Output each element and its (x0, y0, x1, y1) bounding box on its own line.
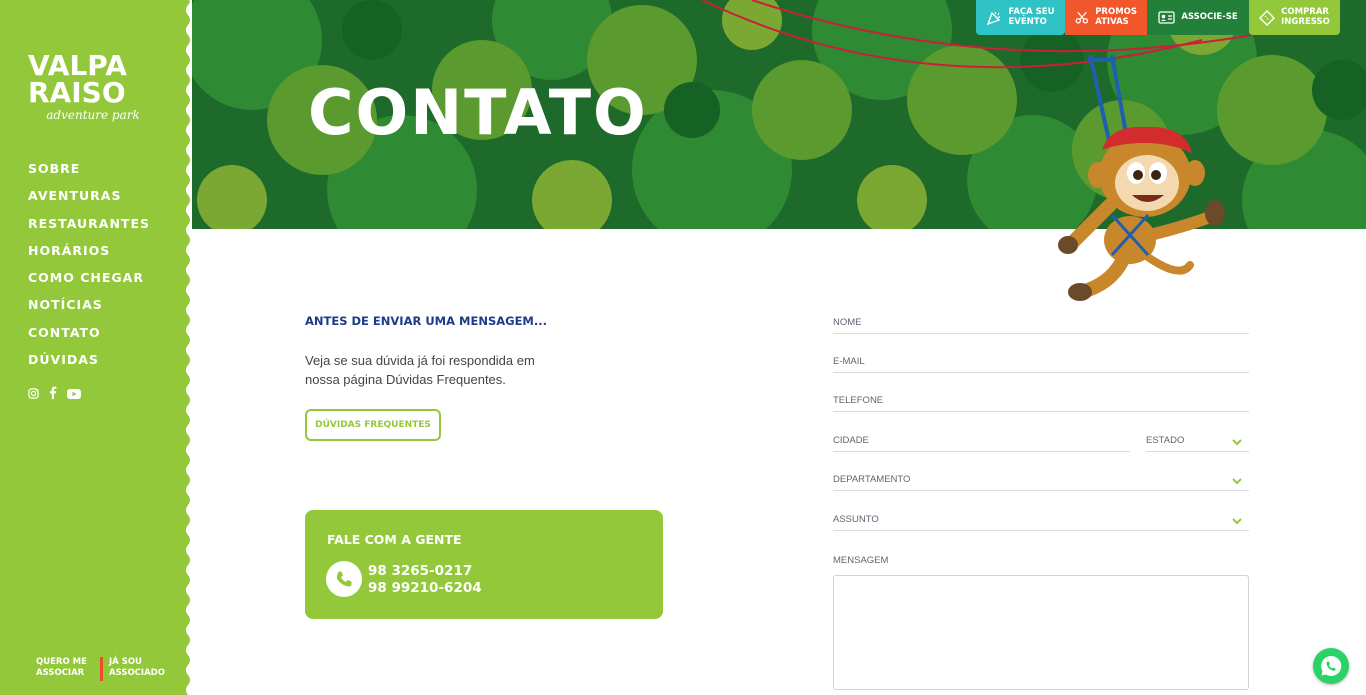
faca-seu-evento-label: FAÇA SEU EVENTO (1008, 7, 1055, 27)
estado-label: ESTADO (1146, 435, 1185, 446)
scissors-icon (1075, 11, 1089, 24)
estado-select[interactable]: ESTADO (1146, 434, 1249, 452)
top-action-bar: FAÇA SEU EVENTO PROMOS ATIVAS ASSOCIE-SE… (976, 0, 1340, 35)
nav-item-aventuras[interactable]: AVENTURAS (28, 188, 121, 204)
logo-line-1: VALPA (28, 49, 127, 82)
departamento-select[interactable]: DEPARTAMENTO (833, 473, 1249, 491)
faca-seu-evento-button[interactable]: FAÇA SEU EVENTO (976, 0, 1065, 35)
promos-ativas-label: PROMOS ATIVAS (1095, 7, 1137, 27)
cidade-field[interactable]: CIDADE (833, 434, 1130, 452)
member-card-icon (1158, 11, 1175, 24)
contact-page: VALPA RAISO adventure park SOBRE AVENTUR… (0, 0, 1366, 695)
comprar-ingresso-button[interactable]: COMPRAR INGRESSO (1249, 0, 1340, 35)
mensagem-textarea[interactable] (833, 575, 1249, 690)
facebook-icon[interactable] (49, 386, 57, 404)
nome-input[interactable] (833, 316, 1249, 334)
before-sending-heading: ANTES DE ENVIAR UMA MENSAGEM... (305, 314, 547, 328)
valparaiso-logo[interactable]: VALPA RAISO adventure park (28, 52, 160, 132)
email-input[interactable] (833, 355, 1249, 373)
sidebar-wavy-edge (186, 0, 192, 695)
assunto-select[interactable]: ASSUNTO (833, 513, 1249, 531)
telefone-input[interactable] (833, 394, 1249, 412)
nav-item-como-chegar[interactable]: COMO CHEGAR (28, 270, 144, 286)
phone-number-1[interactable]: 98 3265-0217 (368, 563, 482, 580)
associe-se-button[interactable]: ASSOCIE-SE (1147, 0, 1249, 35)
chevron-down-icon (1232, 478, 1242, 485)
ja-sou-associado-link[interactable]: JÁ SOU ASSOCIADO (109, 657, 165, 679)
contact-card: FALE COM A GENTE 98 3265-0217 98 99210-6… (305, 510, 663, 619)
comprar-ingresso-label: COMPRAR INGRESSO (1281, 7, 1330, 27)
cidade-input[interactable] (833, 434, 1130, 452)
chevron-down-icon (1232, 518, 1242, 525)
logo-subtitle: adventure park (46, 108, 140, 122)
associe-se-label: ASSOCIE-SE (1181, 11, 1238, 22)
quero-associar-link[interactable]: QUERO ME ASSOCIAR (36, 657, 92, 679)
logo-line-2: RAISO (28, 76, 126, 109)
nome-field[interactable]: NOME (833, 316, 1249, 334)
instagram-icon[interactable] (28, 386, 39, 404)
whatsapp-button[interactable] (1313, 648, 1349, 684)
nav-item-noticias[interactable]: NOTÍCIAS (28, 297, 103, 313)
sidebar: VALPA RAISO adventure park SOBRE AVENTUR… (0, 0, 192, 695)
phone-numbers: 98 3265-0217 98 99210-6204 (368, 563, 482, 597)
social-links (28, 386, 81, 404)
phone-icon (326, 561, 362, 597)
page-title: CONTATO (308, 76, 648, 149)
contact-card-title: FALE COM A GENTE (327, 532, 462, 547)
email-field[interactable]: E-MAIL (833, 355, 1249, 373)
departamento-label: DEPARTAMENTO (833, 474, 911, 485)
assunto-label: ASSUNTO (833, 514, 879, 525)
member-links-divider (100, 657, 103, 681)
telefone-field[interactable]: TELEFONE (833, 394, 1249, 412)
nav-item-sobre[interactable]: SOBRE (28, 161, 80, 177)
faq-button[interactable]: DÚVIDAS FREQUENTES (305, 409, 441, 441)
party-icon (987, 11, 1001, 25)
promos-ativas-button[interactable]: PROMOS ATIVAS (1065, 0, 1147, 35)
phone-number-2[interactable]: 98 99210-6204 (368, 580, 482, 597)
before-sending-text: Veja se sua dúvida já foi respondida em … (305, 353, 535, 387)
whatsapp-icon (1321, 655, 1342, 676)
ticket-icon (1259, 9, 1276, 26)
main-nav: SOBRE AVENTURAS RESTAURANTES HORÁRIOS CO… (28, 160, 150, 378)
nav-item-contato[interactable]: CONTATO (28, 325, 101, 341)
mensagem-label: MENSAGEM (833, 555, 889, 566)
nav-item-horarios[interactable]: HORÁRIOS (28, 243, 110, 259)
nav-item-duvidas[interactable]: DÚVIDAS (28, 352, 99, 368)
nav-item-restaurantes[interactable]: RESTAURANTES (28, 216, 150, 232)
member-links: QUERO ME ASSOCIAR JÁ SOU ASSOCIADO (36, 657, 165, 681)
chevron-down-icon (1232, 439, 1242, 446)
youtube-icon[interactable] (67, 386, 81, 404)
monkey-mascot-illustration (1058, 55, 1225, 301)
